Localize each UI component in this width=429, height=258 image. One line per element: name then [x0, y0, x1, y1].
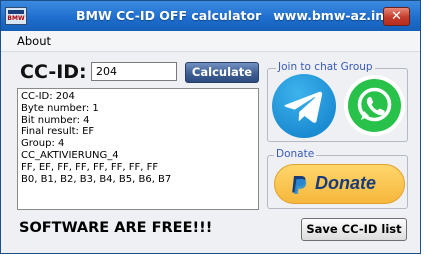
close-icon: ✕ — [391, 9, 402, 24]
donate-button-label: Donate — [315, 173, 377, 193]
close-button[interactable]: ✕ — [383, 7, 410, 26]
chat-group-label: Join to chat Group — [276, 61, 375, 73]
app-icon-text: BMW — [7, 15, 25, 22]
window-title: BMW CC-ID OFF calculator www.bmw-az.info — [76, 8, 398, 23]
chat-group-box: Join to chat Group — [267, 61, 408, 142]
result-output-box[interactable]: CC-ID: 204 Byte number: 1 Bit number: 4 … — [17, 88, 259, 210]
app-window: BMW BMW CC-ID OFF calculator www.bmw-az.i… — [0, 0, 421, 254]
result-line: FF, EF, FF, FF, FF, FF, FF, FF — [21, 161, 159, 173]
ccid-label: CC-ID: — [20, 61, 87, 83]
donate-group-label: Donate — [274, 148, 317, 160]
donate-group-box: Donate Donate — [267, 148, 408, 209]
whatsapp-icon[interactable] — [344, 75, 405, 136]
telegram-icon[interactable] — [272, 74, 336, 138]
paypal-icon — [292, 176, 307, 194]
donate-button[interactable]: Donate — [274, 164, 405, 204]
app-icon[interactable]: BMW — [5, 7, 27, 25]
calculate-button[interactable]: Calculate — [185, 62, 259, 83]
result-line: Byte number: 1 — [21, 102, 99, 114]
result-line: B0, B1, B2, B3, B4, B5, B6, B7 — [21, 173, 172, 185]
result-line: Final result: EF — [21, 126, 95, 138]
result-line: Bit number: 4 — [21, 114, 90, 126]
title-bar[interactable]: BMW BMW CC-ID OFF calculator www.bmw-az.i… — [1, 1, 420, 31]
ccid-input[interactable] — [91, 62, 177, 81]
window-title-url: www.bmw-az.info — [273, 8, 399, 23]
free-software-message: SOFTWARE ARE FREE!!! — [19, 220, 213, 236]
result-line: CC-ID: 204 — [21, 91, 75, 102]
result-line: CC_AKTIVIERUNG_4 — [21, 149, 119, 161]
menu-item-about[interactable]: About — [17, 34, 51, 48]
window-title-text: BMW CC-ID OFF calculator — [76, 8, 262, 23]
save-ccid-list-button[interactable]: Save CC-ID list — [301, 218, 407, 241]
menu-bar: About — [1, 31, 420, 52]
result-line: Group: 4 — [21, 138, 65, 150]
